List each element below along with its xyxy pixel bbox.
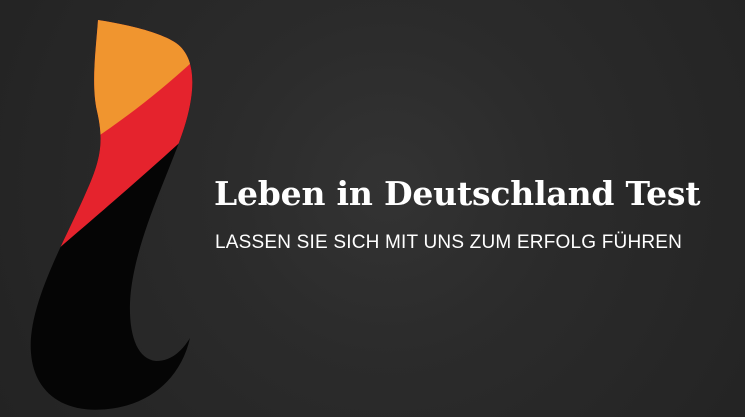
app-screen: Leben in Deutschland Test LASSEN SIE SIC… — [0, 0, 745, 417]
page-title: Leben in Deutschland Test — [214, 174, 701, 213]
stylized-l-flag-logo-icon — [30, 20, 193, 410]
page-subtitle: LASSEN SIE SICH MIT UNS ZUM ERFOLG FÜHRE… — [215, 232, 683, 253]
logo-flag-stripes — [30, 20, 193, 410]
